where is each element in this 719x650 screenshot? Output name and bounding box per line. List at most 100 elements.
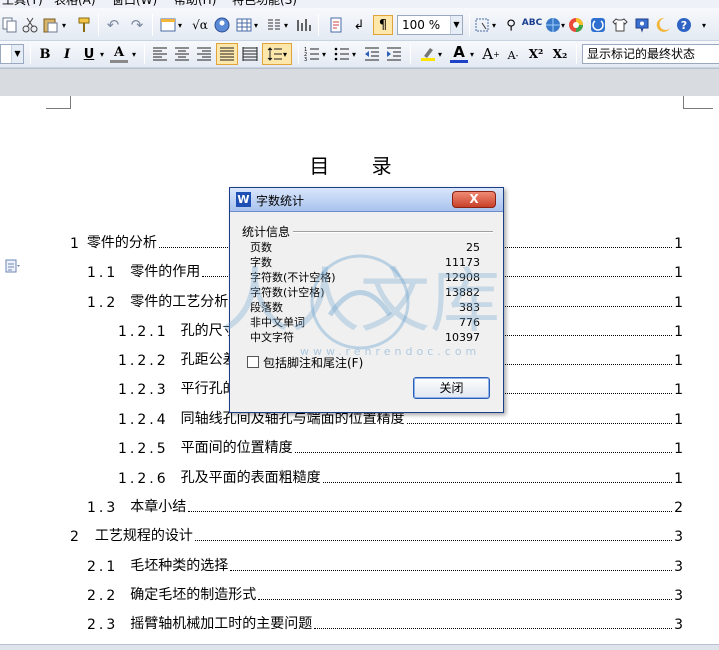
moon-icon[interactable] <box>655 17 671 33</box>
redo-icon[interactable]: ↷ <box>128 16 146 34</box>
toc-entry-text: 摇臂轴机械加工时的主要问题 <box>130 616 313 632</box>
shirt-icon[interactable] <box>612 17 628 33</box>
panel-icon[interactable] <box>590 17 606 33</box>
spell-check-icon[interactable]: ABC <box>522 14 542 32</box>
formula-icon[interactable]: √α <box>190 16 210 34</box>
dialog-close-button[interactable]: X <box>452 191 496 208</box>
italic-button[interactable]: I <box>58 45 76 63</box>
toc-entry-page: 1 <box>674 236 683 252</box>
toc-entry[interactable]: 2.1 毛坯种类的选择 3 <box>87 555 683 575</box>
toc-entry[interactable]: 2 工艺规程的设计 3 <box>70 525 683 545</box>
superscript-button[interactable]: X² <box>526 45 546 63</box>
toc-leader-dots <box>322 482 673 483</box>
align-right-icon[interactable] <box>196 46 212 62</box>
insert-icon[interactable]: ↲ <box>350 16 368 34</box>
menu-item-tools[interactable]: 工具(T) <box>2 0 43 8</box>
colorful-ball-icon[interactable] <box>568 17 584 33</box>
shrink-font-button[interactable]: A- <box>504 46 522 64</box>
track-changes-value: 显示标记的最终状态 <box>587 47 696 61</box>
toc-entry-text: 平面间的位置精度 <box>180 440 293 456</box>
toolbar-separator <box>152 14 153 36</box>
select-dropdown-icon[interactable]: ▾ <box>490 17 498 33</box>
toc-entry-page: 1 <box>674 412 683 428</box>
font-size-select-tail[interactable]: ▼ <box>0 44 24 64</box>
find-icon[interactable]: ⚲ <box>502 16 520 34</box>
toc-entry[interactable]: 1.3 本章小结 2 <box>87 496 683 516</box>
bullet-list-dropdown-icon[interactable]: ▾ <box>350 45 358 63</box>
toc-entry[interactable]: 2.3 摇臂轴机械加工时的主要问题 3 <box>87 613 683 633</box>
align-justify-icon <box>220 47 234 61</box>
crop-mark <box>46 108 71 109</box>
chart-icon[interactable] <box>296 17 312 33</box>
underline-dropdown-icon[interactable]: ▾ <box>98 45 106 63</box>
toc-entry-page: 1 <box>674 441 683 457</box>
overflow-chevron-icon[interactable]: ▾ <box>698 17 710 33</box>
font-color-dropdown-icon[interactable]: ▾ <box>468 45 476 63</box>
distributed-align-icon[interactable] <box>242 46 258 62</box>
show-hide-icon[interactable]: ¶ <box>373 15 393 35</box>
increase-indent-icon[interactable] <box>386 46 402 62</box>
bullet-list-icon[interactable] <box>334 46 350 62</box>
highlight-dropdown-icon[interactable]: ▾ <box>436 45 444 63</box>
toc-entry-number: 1.2.3 <box>118 382 169 398</box>
char-shading-dropdown-icon[interactable]: ▾ <box>130 45 138 63</box>
format-painter-icon[interactable] <box>76 17 92 33</box>
help-icon[interactable]: ? <box>676 17 692 33</box>
copy-icon[interactable] <box>2 17 18 33</box>
mic-icon[interactable] <box>634 17 650 33</box>
toc-entry-number: 1.2.5 <box>118 441 169 457</box>
columns-dropdown-icon[interactable]: ▾ <box>282 17 290 33</box>
columns-icon[interactable] <box>266 17 282 33</box>
cut-icon[interactable] <box>22 17 38 33</box>
globe-dropdown-icon[interactable]: ▾ <box>559 17 567 33</box>
align-left-icon[interactable] <box>152 46 168 62</box>
insert-table-dropdown-icon[interactable]: ▾ <box>176 17 184 33</box>
insert-table-icon[interactable] <box>160 17 176 33</box>
stat-row-chars-no-spaces: 字符数(不计空格) 12908 <box>250 270 480 285</box>
table-icon[interactable] <box>236 17 252 33</box>
include-footnotes-checkbox[interactable] <box>247 356 259 368</box>
toc-entry-number: 2.3 <box>87 617 119 633</box>
numbered-list-icon[interactable]: 123 <box>304 46 320 62</box>
align-center-icon[interactable] <box>174 46 190 62</box>
subscript-button[interactable]: X₂ <box>550 45 570 63</box>
highlight-icon[interactable] <box>420 45 436 61</box>
decrease-indent-icon[interactable] <box>364 46 380 62</box>
toc-entry[interactable]: 1.2.6 孔及平面的表面粗糙度 1 <box>118 467 683 487</box>
char-shading-button[interactable]: A <box>110 45 128 63</box>
grow-font-button[interactable]: A + <box>482 44 500 64</box>
justify-button[interactable] <box>216 43 238 65</box>
undo-icon[interactable]: ↶ <box>104 16 122 34</box>
table-dropdown-icon[interactable]: ▾ <box>252 17 260 33</box>
stat-value: 10397 <box>445 331 480 344</box>
smart-tag-icon[interactable] <box>4 258 20 274</box>
toc-entry-number: 1.2 <box>87 295 119 311</box>
underline-button[interactable]: U <box>80 45 98 63</box>
paste-icon[interactable] <box>42 17 58 33</box>
select-icon[interactable] <box>474 17 490 33</box>
stat-value: 13882 <box>445 286 480 299</box>
numbered-list-dropdown-icon[interactable]: ▾ <box>320 45 328 63</box>
menu-item-window[interactable]: 窗口(W) <box>112 0 157 8</box>
menu-item-help[interactable]: 帮助(H) <box>174 0 216 8</box>
text-box-icon[interactable] <box>214 17 230 33</box>
dialog-titlebar[interactable]: W 字数统计 X <box>230 188 503 212</box>
toc-entry[interactable]: 2.2 确定毛坯的制造形式 3 <box>87 584 683 604</box>
page-icon[interactable] <box>328 17 344 33</box>
chevron-down-icon[interactable]: ▼ <box>11 45 23 63</box>
chevron-down-icon[interactable]: ▼ <box>450 16 462 34</box>
toc-entry-number: 2.1 <box>87 559 119 575</box>
bold-button[interactable]: B <box>36 45 54 63</box>
toc-entry-page: 1 <box>674 265 683 281</box>
menu-item-table[interactable]: 表格(A) <box>54 0 96 8</box>
line-spacing-button[interactable]: ▾ <box>262 43 292 65</box>
toc-entry[interactable]: 1.2.5 平面间的位置精度 1 <box>118 437 683 457</box>
track-changes-select[interactable]: 显示标记的最终状态 <box>582 44 719 64</box>
chevron-down-icon: ▾ <box>282 49 287 59</box>
paste-dropdown-icon[interactable]: ▾ <box>60 17 68 33</box>
menu-item-features[interactable]: 特色功能(S) <box>232 0 297 8</box>
close-button[interactable]: 关闭 <box>413 377 490 399</box>
toolbar-separator <box>410 44 411 64</box>
zoom-select[interactable]: 100 % ▼ <box>397 15 463 35</box>
font-color-button[interactable]: A <box>450 43 468 63</box>
